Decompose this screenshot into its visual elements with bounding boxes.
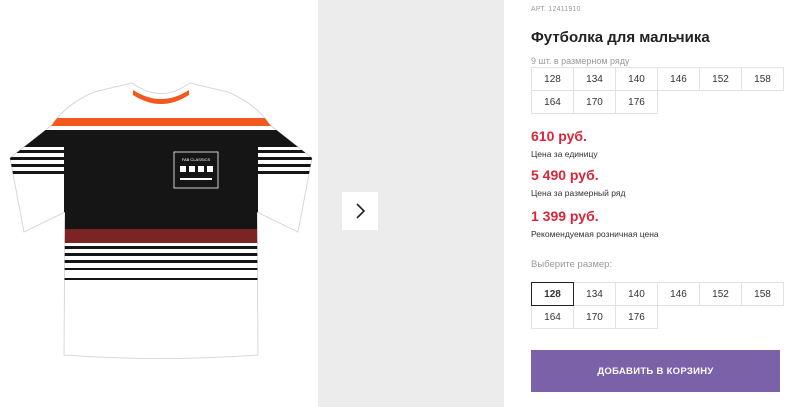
size-select-prompt: Выберите размер: [531, 259, 613, 270]
series-size-cell: 176 [615, 90, 658, 114]
add-to-cart-button[interactable]: ДОБАВИТЬ В КОРЗИНУ [531, 350, 780, 392]
unit-price: 610 руб. [531, 128, 587, 144]
size-option[interactable]: 170 [573, 305, 616, 329]
series-price-caption: Цена за размерный ряд [531, 188, 626, 198]
size-option[interactable]: 164 [531, 305, 574, 329]
series-size-cell: 128 [531, 67, 574, 91]
size-option[interactable]: 134 [573, 282, 616, 306]
series-size-grid: 128 134 140 146 152 158 164 170 176 [531, 67, 784, 114]
series-size-cell: 146 [657, 67, 700, 91]
chevron-right-icon [356, 203, 366, 219]
size-option[interactable]: 140 [615, 282, 658, 306]
retail-price: 1 399 руб. [531, 208, 599, 224]
product-main-image[interactable]: FAB CLASSICS [6, 0, 316, 407]
next-slide-button[interactable] [342, 192, 378, 230]
tshirt-illustration: FAB CLASSICS [9, 82, 313, 359]
series-size-cell: 134 [573, 67, 616, 91]
size-option[interactable]: 158 [741, 282, 784, 306]
size-selector: 128 134 140 146 152 158 164 170 176 [531, 282, 784, 329]
size-option[interactable]: 146 [657, 282, 700, 306]
size-option[interactable]: 152 [699, 282, 742, 306]
unit-price-caption: Цена за единицу [531, 149, 598, 159]
product-title: Футболка для мальчика [531, 29, 710, 46]
size-option[interactable]: 176 [615, 305, 658, 329]
size-option-selected[interactable]: 128 [531, 282, 574, 306]
series-size-cell: 170 [573, 90, 616, 114]
retail-price-caption: Рекомендуемая розничная цена [531, 229, 659, 239]
series-size-cell: 152 [699, 67, 742, 91]
series-size-cell: 140 [615, 67, 658, 91]
series-size-cell: 164 [531, 90, 574, 114]
series-count-note: 9 шт. в размерном ряду [531, 56, 630, 66]
product-sku: АРТ. 12411910 [531, 6, 581, 13]
tshirt-label-text: FAB CLASSICS [182, 157, 211, 162]
product-gallery: FAB CLASSICS [0, 0, 504, 407]
series-size-cell: 158 [741, 67, 784, 91]
series-price: 5 490 руб. [531, 167, 599, 183]
